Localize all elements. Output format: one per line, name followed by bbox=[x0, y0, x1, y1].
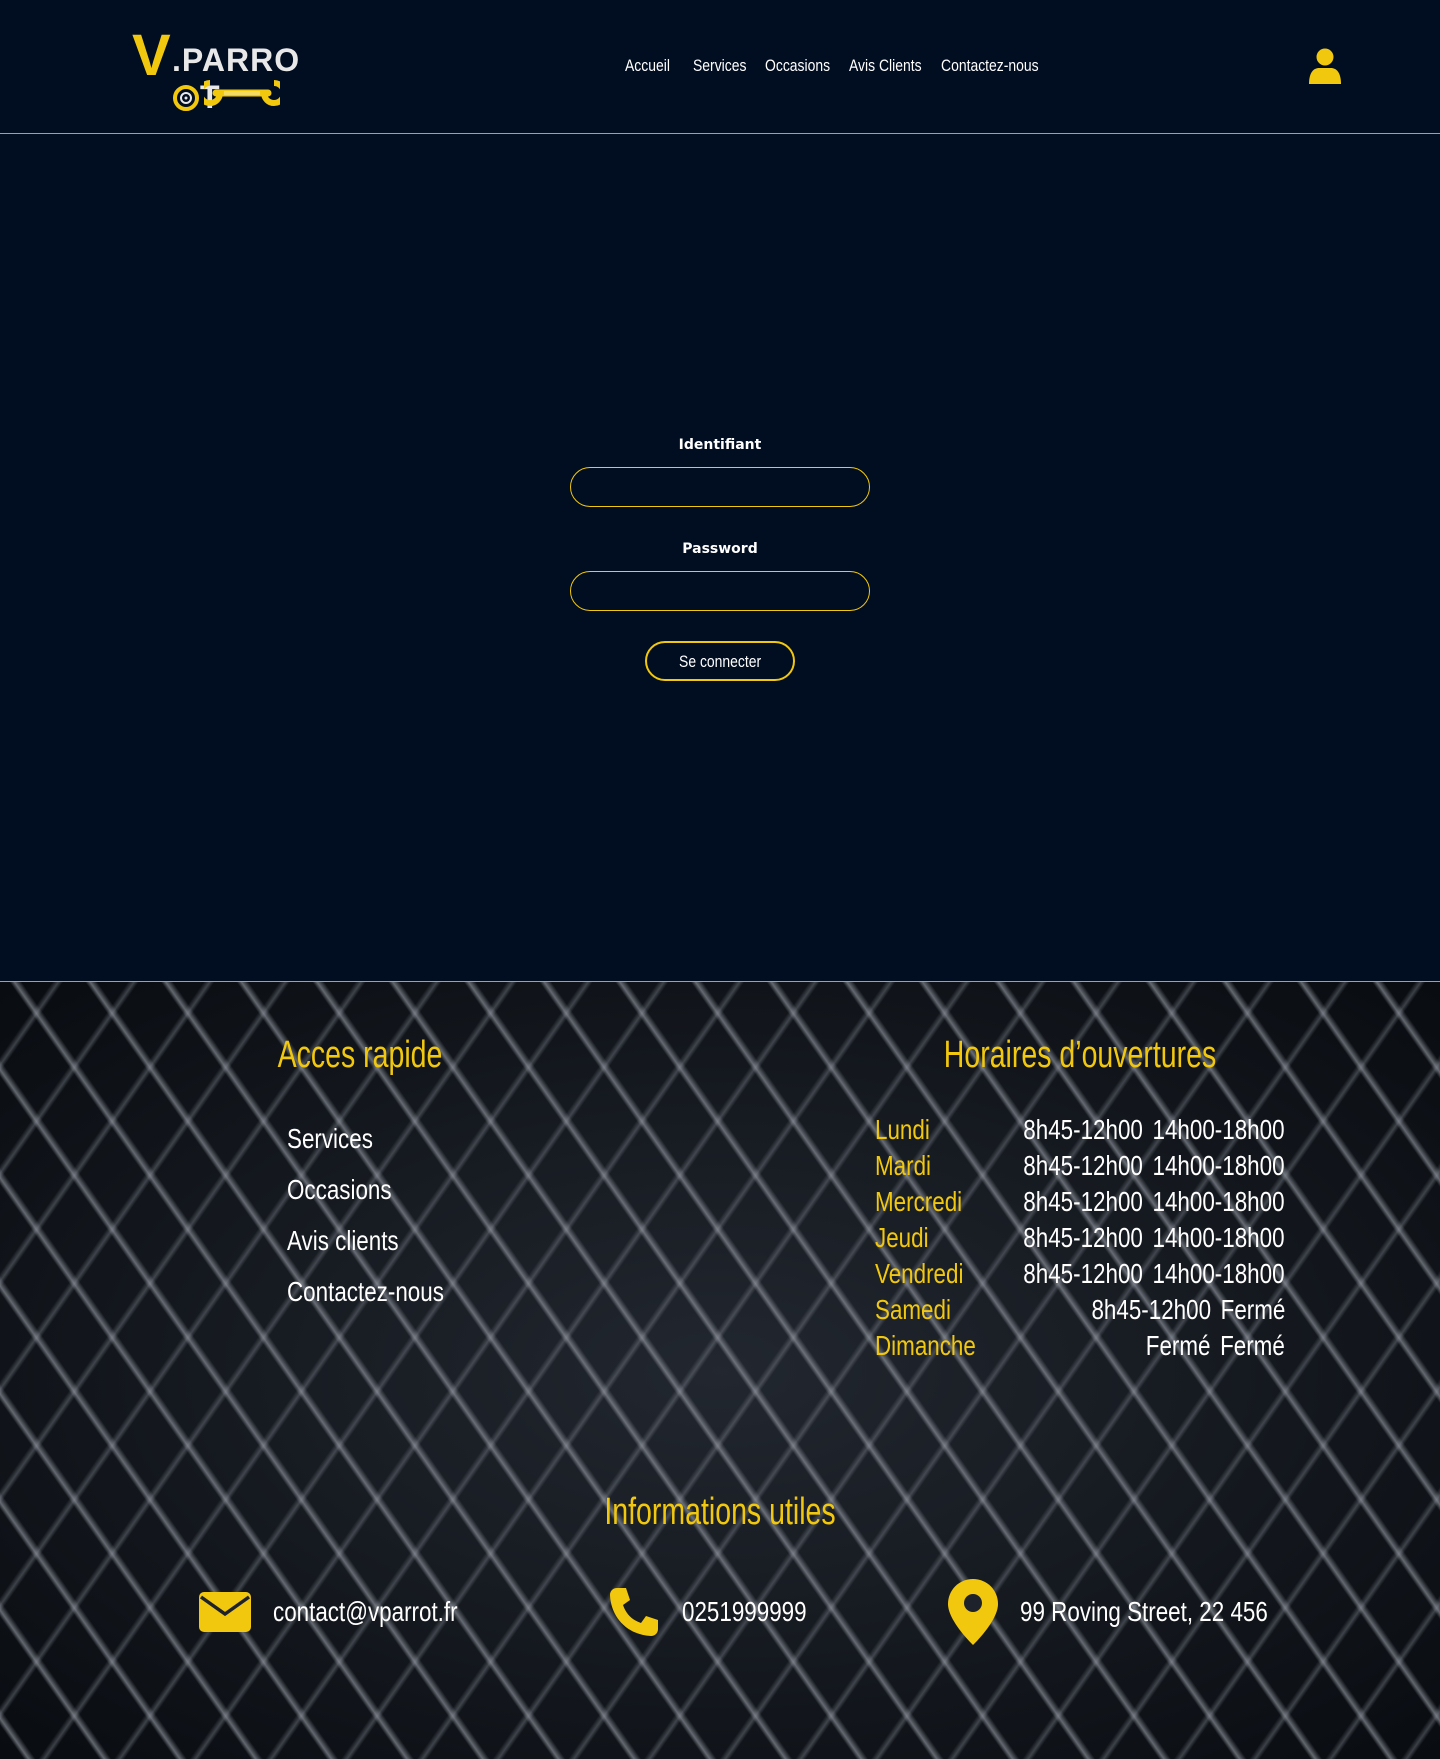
phone-text: 0251999999 bbox=[682, 1596, 807, 1627]
hours-row: Lundi 8h45-12h00 14h00-18h00 bbox=[875, 1114, 1285, 1150]
hours-day: Jeudi bbox=[875, 1222, 929, 1253]
useful-info-title: Informations utiles bbox=[604, 1491, 836, 1533]
email-text: contact@vparrot.fr bbox=[273, 1596, 458, 1627]
hours-row: Jeudi 8h45-12h00 14h00-18h00 bbox=[875, 1222, 1285, 1258]
contact-email[interactable]: contact@vparrot.fr bbox=[199, 1582, 504, 1642]
nav-item-services[interactable]: Services bbox=[693, 56, 746, 76]
contact-address[interactable]: 99 Roving Street, 22 456 bbox=[948, 1579, 1330, 1645]
hours-time: 8h45-12h00 14h00-18h00 bbox=[1023, 1258, 1285, 1289]
hours-day: Mardi bbox=[875, 1150, 932, 1181]
site-footer: Acces rapide Services Occasions Avis cli… bbox=[0, 981, 1440, 1759]
main-nav: Accueil Services Occasions Avis Clients … bbox=[625, 56, 1039, 76]
hours-row: Vendredi 8h45-12h00 14h00-18h00 bbox=[875, 1258, 1285, 1294]
hours-time: 8h45-12h00 14h00-18h00 bbox=[1023, 1150, 1285, 1181]
hours-row: Mercredi 8h45-12h00 14h00-18h00 bbox=[875, 1186, 1285, 1222]
login-form: Identifiant Password Se connecter bbox=[570, 437, 870, 681]
hours-row: Mardi 8h45-12h00 14h00-18h00 bbox=[875, 1150, 1285, 1186]
envelope-icon bbox=[199, 1592, 251, 1632]
hours-time: Fermé Fermé bbox=[1145, 1330, 1285, 1361]
hours-time: 8h45-12h00 14h00-18h00 bbox=[1023, 1186, 1285, 1217]
login-button[interactable]: Se connecter bbox=[645, 641, 795, 681]
hours-row: Dimanche Fermé Fermé bbox=[875, 1330, 1285, 1366]
quick-link-contactez-nous[interactable]: Contactez-nous bbox=[287, 1276, 444, 1327]
quick-access-list: Services Occasions Avis clients Contacte… bbox=[287, 1123, 483, 1327]
site-header: V .PARROT Accueil Services Occasions Avi… bbox=[0, 0, 1440, 134]
address-text: 99 Roving Street, 22 456 bbox=[1020, 1596, 1268, 1627]
password-label: Password bbox=[682, 541, 758, 557]
hours-time: 8h45-12h00 Fermé bbox=[1091, 1294, 1285, 1325]
password-input[interactable] bbox=[570, 571, 870, 611]
hours-day: Samedi bbox=[875, 1294, 951, 1325]
opening-hours-table: Lundi 8h45-12h00 14h00-18h00 Mardi 8h45-1… bbox=[875, 1114, 1285, 1366]
hours-day: Mercredi bbox=[875, 1186, 963, 1217]
tire-icon bbox=[173, 85, 199, 111]
quick-link-services[interactable]: Services bbox=[287, 1123, 444, 1174]
nav-item-accueil[interactable]: Accueil bbox=[625, 56, 670, 76]
identifiant-input[interactable] bbox=[570, 467, 870, 507]
hours-time: 8h45-12h00 14h00-18h00 bbox=[1023, 1114, 1285, 1145]
hours-day: Dimanche bbox=[875, 1330, 976, 1361]
hours-day: Vendredi bbox=[875, 1258, 964, 1289]
logo-initial: V bbox=[132, 23, 171, 88]
hours-row: Samedi 8h45-12h00 Fermé bbox=[875, 1294, 1285, 1330]
hours-time: 8h45-12h00 14h00-18h00 bbox=[1023, 1222, 1285, 1253]
nav-item-contactez-nous[interactable]: Contactez-nous bbox=[941, 56, 1039, 76]
nav-item-occasions[interactable]: Occasions bbox=[765, 56, 830, 76]
map-pin-icon bbox=[948, 1579, 998, 1645]
login-button-label: Se connecter bbox=[678, 652, 762, 671]
nav-item-avis-clients[interactable]: Avis Clients bbox=[849, 56, 922, 76]
contact-phone[interactable]: 0251999999 bbox=[608, 1582, 838, 1642]
quick-link-avis-clients[interactable]: Avis clients bbox=[287, 1225, 444, 1276]
quick-access-title: Acces rapide bbox=[277, 1034, 443, 1076]
quick-link-occasions[interactable]: Occasions bbox=[287, 1174, 444, 1225]
identifiant-label: Identifiant bbox=[678, 437, 762, 453]
wrench-icon bbox=[204, 80, 280, 106]
hours-day: Lundi bbox=[875, 1114, 930, 1145]
opening-hours-title: Horaires d’ouvertures bbox=[943, 1034, 1217, 1076]
user-icon[interactable] bbox=[1308, 48, 1342, 86]
vparrot-logo[interactable]: V .PARROT bbox=[132, 23, 322, 115]
phone-icon bbox=[610, 1588, 658, 1636]
